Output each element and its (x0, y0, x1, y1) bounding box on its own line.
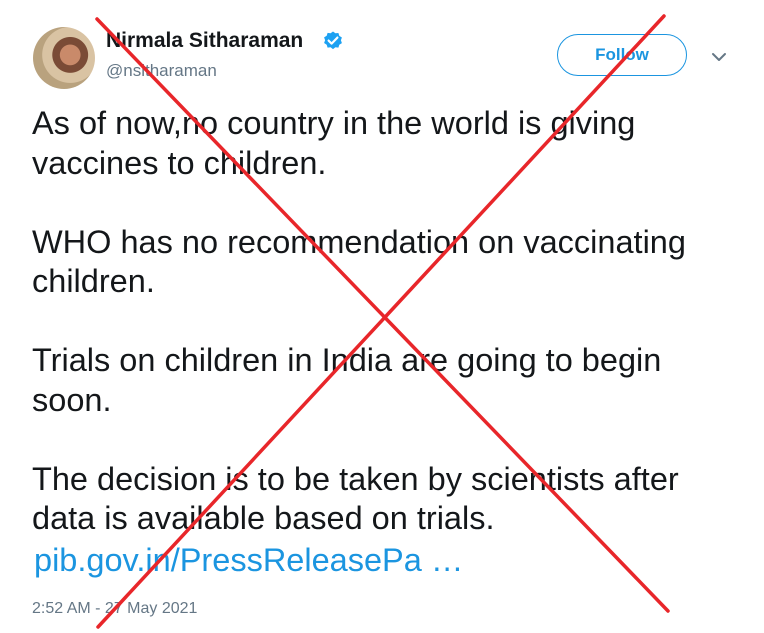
tweet-paragraph: The decision is to be taken by scientist… (32, 460, 679, 537)
tweet-paragraph: As of now,no country in the world is giv… (32, 105, 636, 181)
avatar[interactable] (33, 27, 95, 89)
tweet-paragraph: Trials on children in India are going to… (32, 342, 662, 418)
tweet-paragraph: WHO has no recommendation on vaccinating… (32, 223, 686, 300)
follow-button[interactable]: Follow (557, 34, 687, 76)
author-handle[interactable]: @nsitharaman (106, 61, 217, 81)
verified-badge-icon (324, 31, 342, 50)
tweet-text: As of now,no country in the world is giv… (32, 104, 742, 580)
tweet-timestamp[interactable]: 2:52 AM - 27 May 2021 (32, 600, 197, 618)
press-release-link[interactable]: pib.gov.in/PressReleasePa … (34, 541, 742, 581)
author-name[interactable]: Nirmala Sitharaman (106, 29, 303, 53)
chevron-down-icon[interactable] (710, 50, 728, 64)
